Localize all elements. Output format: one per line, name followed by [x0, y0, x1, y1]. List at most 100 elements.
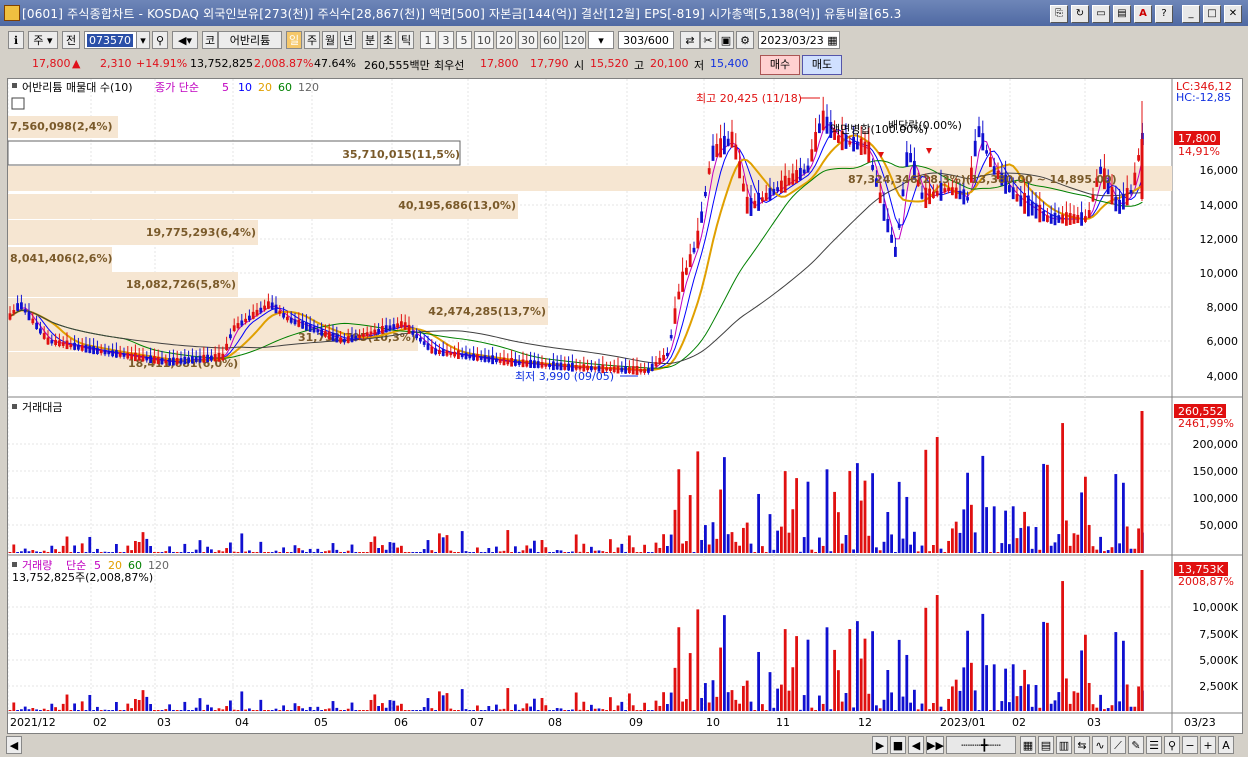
interval-custom-input[interactable]: ▾ — [588, 31, 614, 49]
refresh-icon[interactable]: ↻ — [1071, 5, 1089, 23]
candle-body — [1129, 189, 1133, 194]
sell-button[interactable]: 매도 — [802, 55, 842, 75]
market-select[interactable]: 주 ▾ — [28, 31, 58, 49]
candle-body — [753, 200, 757, 209]
stock-name[interactable]: 어반리튬 — [218, 31, 282, 49]
volume-bar — [118, 710, 122, 711]
interval-30[interactable]: 30 — [518, 31, 538, 49]
chart-area[interactable]: 7,560,098(2,4%) 35,710,015(11,5%) 40,195,6… — [7, 78, 1243, 734]
amount-bar — [783, 471, 787, 553]
interval-60[interactable]: 60 — [540, 31, 560, 49]
save-icon[interactable]: ▣ — [718, 31, 734, 49]
help-icon[interactable]: ? — [1155, 5, 1173, 23]
candle-body — [692, 247, 696, 253]
candle-body — [107, 351, 111, 355]
interval-1[interactable]: 1 — [420, 31, 436, 49]
interval-10[interactable]: 10 — [474, 31, 494, 49]
amount-bar — [438, 533, 441, 553]
amount-bar — [544, 547, 548, 553]
amount-bar — [267, 552, 270, 553]
period-day[interactable]: 일 — [286, 31, 302, 49]
indicator-icon[interactable]: ∿ — [1092, 736, 1108, 754]
count-field[interactable]: 303/600 — [618, 31, 674, 49]
line-tool-icon[interactable]: ⟋ — [1110, 736, 1126, 754]
volume-bar — [1125, 684, 1129, 711]
plus-icon[interactable]: + — [1200, 736, 1216, 754]
zoom-in-icon[interactable]: ⚲ — [1164, 736, 1180, 754]
zoom-slider[interactable]: ┄┄┄╋┄┄ — [946, 736, 1016, 754]
candle-body — [764, 192, 768, 201]
candle-body — [422, 341, 426, 345]
volume-bar — [42, 708, 46, 711]
candle-body — [236, 323, 240, 329]
code-dropdown-icon[interactable]: ▾ — [136, 31, 150, 49]
layout3-icon[interactable]: ▥ — [1056, 736, 1072, 754]
layout2-icon[interactable]: ▤ — [1038, 736, 1054, 754]
layout-icon[interactable]: ▦ — [1020, 736, 1036, 754]
candle-body — [1137, 155, 1140, 161]
date-field[interactable]: 2023/03/23 ▦ — [758, 31, 840, 49]
scissors-icon[interactable]: ✂ — [700, 31, 716, 49]
chart-tool-icon[interactable]: ⇄ — [680, 31, 700, 49]
ma-legend[interactable]: 종가 단순 — [155, 81, 199, 94]
window-icon[interactable]: ▭ — [1092, 5, 1110, 23]
candle-body — [673, 308, 677, 324]
volume-bar — [1076, 692, 1080, 711]
price-tick-label: 8,000 — [1207, 301, 1239, 314]
scrollbar-track[interactable] — [24, 736, 864, 754]
prev-button[interactable]: 전 — [62, 31, 80, 49]
compare-icon[interactable]: ⇆ — [1074, 736, 1090, 754]
candle-body — [88, 345, 92, 353]
period-second[interactable]: 초 — [380, 31, 396, 49]
interval-20[interactable]: 20 — [496, 31, 516, 49]
nav-play-button[interactable]: ▶ — [872, 736, 888, 754]
period-minute[interactable]: 분 — [362, 31, 378, 49]
font-size-icon[interactable]: A — [1218, 736, 1234, 754]
print-icon[interactable]: ▤ — [1113, 5, 1131, 23]
candle-body — [616, 365, 620, 374]
interval-120[interactable]: 120 — [562, 31, 586, 49]
font-icon[interactable]: A — [1134, 5, 1152, 23]
candle-body — [160, 357, 164, 365]
period-year[interactable]: 년 — [340, 31, 356, 49]
amount-bar — [1046, 464, 1049, 553]
settings-icon[interactable]: ⚙ — [736, 31, 754, 49]
period-month[interactable]: 월 — [322, 31, 338, 49]
amount-legend[interactable]: 거래대금 — [22, 401, 62, 414]
candle-body — [1091, 194, 1095, 202]
speaker-icon[interactable]: ◀▾ — [172, 31, 198, 49]
grid-toggle-icon[interactable] — [11, 97, 25, 110]
candle-body — [384, 325, 388, 333]
info-icon[interactable]: ℹ — [8, 31, 24, 49]
interval-5[interactable]: 5 — [456, 31, 472, 49]
scroll-left-icon[interactable]: ◀ — [6, 736, 22, 754]
nav-forward-button[interactable]: ▶▶ — [926, 736, 944, 754]
volume-bar — [772, 707, 776, 711]
layers-icon[interactable]: ☰ — [1146, 736, 1162, 754]
search-icon[interactable]: ⚲ — [152, 31, 168, 49]
minus-icon[interactable]: − — [1182, 736, 1198, 754]
volume-bar — [46, 710, 50, 711]
amount-bar — [12, 544, 16, 553]
nav-back-button[interactable]: ◀ — [908, 736, 924, 754]
candle-body — [42, 333, 46, 339]
amount-bar — [1072, 533, 1076, 553]
amount-bar — [396, 547, 399, 553]
period-tick[interactable]: 틱 — [398, 31, 414, 49]
volume-bar — [685, 699, 688, 711]
close-button[interactable]: ✕ — [1224, 5, 1242, 23]
nav-stop-button[interactable]: ■ — [890, 736, 906, 754]
buy-button[interactable]: 매수 — [760, 55, 800, 75]
candle-body — [1015, 194, 1019, 202]
price-legend[interactable]: 어반리튬 매물대 수(10) — [22, 81, 133, 94]
interval-3[interactable]: 3 — [438, 31, 454, 49]
candle-body — [628, 367, 631, 374]
volume-bar — [202, 710, 206, 711]
link-icon[interactable]: ⎘ — [1050, 5, 1068, 23]
period-week[interactable]: 주 — [304, 31, 320, 49]
maximize-button[interactable]: □ — [1203, 5, 1221, 23]
trade-amount: 260,555백만 — [364, 59, 430, 72]
minimize-button[interactable]: _ — [1182, 5, 1200, 23]
chart-canvas[interactable]: 7,560,098(2,4%) 35,710,015(11,5%) 40,195,6… — [8, 79, 1242, 733]
draw-tool-icon[interactable]: ✎ — [1128, 736, 1144, 754]
